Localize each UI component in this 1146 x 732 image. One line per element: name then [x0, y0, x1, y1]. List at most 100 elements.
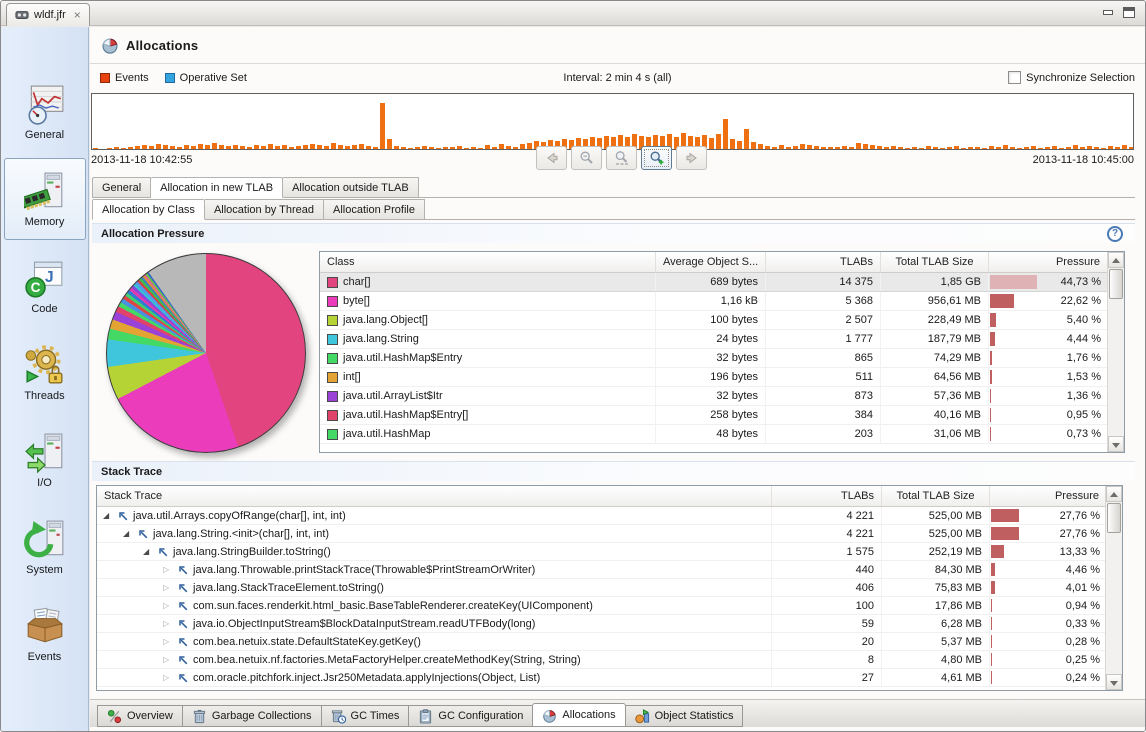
scroll-thumb[interactable]: [1109, 269, 1123, 299]
class-table-row[interactable]: java.lang.String24 bytes1 777187,79 MB4,…: [320, 330, 1107, 349]
bottom-tab-overview[interactable]: Overview: [97, 705, 182, 727]
stack-trace-row[interactable]: ▷com.bea.netuix.nf.factories.MetaFactory…: [97, 651, 1105, 669]
zoom-in-button[interactable]: [641, 146, 672, 170]
bottom-tab-object-statistics[interactable]: Object Statistics: [626, 705, 744, 727]
stack-trace-row[interactable]: ▷com.bea.netuix.state.DefaultStateKey.ge…: [97, 633, 1105, 651]
stack-trace-row[interactable]: ◢java.lang.String.<init>(char[], int, in…: [97, 525, 1105, 543]
class-table-row[interactable]: int[]196 bytes51164,56 MB1,53 %: [320, 368, 1107, 387]
help-icon[interactable]: ?: [1107, 226, 1123, 242]
tab-allocation-outside-tlab[interactable]: Allocation outside TLAB: [283, 177, 419, 198]
tlabs-cell: 873: [766, 387, 881, 405]
class-table-row[interactable]: java.lang.Object[]100 bytes2 507228,49 M…: [320, 311, 1107, 330]
bottom-tab-allocations[interactable]: Allocations: [532, 703, 625, 727]
stack-trace-row[interactable]: ▷java.io.ObjectInputStream$BlockDataInpu…: [97, 615, 1105, 633]
tab-close-icon[interactable]: ×: [74, 9, 81, 21]
sidebar-item-events[interactable]: Events: [4, 593, 86, 675]
timeline-bar: [807, 145, 812, 149]
stack-trace-row[interactable]: ▷com.oracle.pitchfork.inject.Jsr250Metad…: [97, 669, 1105, 687]
class-table-row[interactable]: byte[]1,16 kB5 368956,61 MB22,62 %: [320, 292, 1107, 311]
sidebar-item-general[interactable]: General: [4, 71, 86, 153]
stack-trace-row[interactable]: ▷com.sun.faces.renderkit.html_basic.Base…: [97, 597, 1105, 615]
timeline-bar: [233, 145, 238, 149]
sidebar: GeneralMemoryJCCodeThreadsI/OSystemEvent…: [1, 27, 89, 731]
timeline-bar: [366, 146, 371, 149]
column-header-class[interactable]: Class: [320, 252, 656, 272]
synchronize-selection-checkbox[interactable]: [1008, 71, 1021, 84]
stack-frame-cell: ▷com.bea.netuix.nf.factories.MetaFactory…: [97, 651, 772, 668]
class-table-row[interactable]: java.util.HashMap$Entry[]258 bytes38440,…: [320, 406, 1107, 425]
collapsed-twisty-icon[interactable]: ▷: [163, 656, 173, 664]
bottom-tab-garbage-collections[interactable]: Garbage Collections: [182, 705, 321, 727]
stack-trace-row[interactable]: ◢java.util.Arrays.copyOfRange(char[], in…: [97, 507, 1105, 525]
subtab-allocation-by-class[interactable]: Allocation by Class: [92, 199, 205, 220]
vertical-scrollbar[interactable]: [1107, 252, 1124, 452]
class-table-row[interactable]: char[]689 bytes14 3751,85 GB44,73 %: [320, 273, 1107, 292]
collapsed-twisty-icon[interactable]: ▷: [163, 584, 173, 592]
column-header-pressure[interactable]: Pressure: [990, 486, 1107, 506]
scroll-thumb[interactable]: [1107, 503, 1121, 533]
previous-button[interactable]: [536, 146, 567, 170]
timeline-bar: [93, 148, 98, 149]
timeline-bar: [758, 144, 763, 149]
collapsed-twisty-icon[interactable]: ▷: [163, 638, 173, 646]
expanded-twisty-icon[interactable]: ◢: [123, 530, 133, 538]
scroll-down-icon[interactable]: [1108, 436, 1124, 452]
collapsed-twisty-icon[interactable]: ▷: [163, 674, 173, 682]
timeline-bar: [828, 147, 833, 149]
class-table-row[interactable]: java.util.ArrayList$Itr32 bytes87357,36 …: [320, 387, 1107, 406]
bottom-tab-gc-times[interactable]: GC Times: [321, 705, 409, 727]
scroll-up-icon[interactable]: [1108, 252, 1124, 268]
bottom-tab-gc-configuration[interactable]: GC Configuration: [408, 705, 532, 727]
subtab-allocation-profile[interactable]: Allocation Profile: [324, 199, 425, 220]
sidebar-item-memory[interactable]: Memory: [4, 158, 86, 240]
sidebar-item-code[interactable]: JCCode: [4, 245, 86, 327]
column-header-stack-trace[interactable]: Stack Trace: [97, 486, 772, 506]
collapsed-twisty-icon[interactable]: ▷: [163, 566, 173, 574]
events-timeline-chart[interactable]: [91, 93, 1134, 150]
editor-tab-wldf-jfr[interactable]: wldf.jfr ×: [6, 3, 90, 26]
tab-allocation-in-new-tlab[interactable]: Allocation in new TLAB: [151, 177, 283, 198]
column-header-tlabs[interactable]: TLABs: [766, 252, 881, 272]
total-tlab-size-cell: 84,30 MB: [882, 561, 990, 578]
stack-trace-row[interactable]: ◢java.lang.StringBuilder.toString()1 575…: [97, 543, 1105, 561]
expanded-twisty-icon[interactable]: ◢: [143, 548, 153, 556]
class-name: java.util.HashMap$Entry[]: [343, 409, 468, 421]
timeline-bar: [450, 147, 455, 149]
sidebar-item-threads[interactable]: Threads: [4, 332, 86, 414]
maximize-view-icon[interactable]: [1123, 7, 1135, 18]
class-table-row[interactable]: java.util.HashMap$Entry32 bytes86574,29 …: [320, 349, 1107, 368]
timeline-bar: [919, 148, 924, 149]
minimize-view-icon[interactable]: [1102, 8, 1114, 18]
stack-trace-row[interactable]: ▷java.lang.Throwable.printStackTrace(Thr…: [97, 561, 1105, 579]
tab-general[interactable]: General: [92, 177, 151, 198]
expanded-twisty-icon[interactable]: ◢: [103, 512, 113, 520]
scroll-down-icon[interactable]: [1106, 674, 1122, 690]
column-header-total-tlab-size[interactable]: Total TLAB Size: [881, 252, 989, 272]
pressure-bar: [990, 427, 991, 441]
stack-trace-table: Stack TraceTLABsTotal TLAB SizePressure◢…: [96, 485, 1123, 691]
timeline-bar: [198, 144, 203, 149]
sidebar-item-i-o[interactable]: I/O: [4, 419, 86, 501]
sidebar-item-system[interactable]: System: [4, 506, 86, 588]
timeline-bar: [1101, 148, 1106, 149]
next-button[interactable]: [676, 146, 707, 170]
stack-trace-row[interactable]: ▷java.lang.StackTraceElement.toString()4…: [97, 579, 1105, 597]
zoom-out-button[interactable]: [571, 146, 602, 170]
class-cell: java.lang.String: [320, 330, 656, 348]
allocation-pie-chart[interactable]: [106, 253, 306, 453]
class-table-row[interactable]: java.util.HashMap48 bytes20331,06 MB0,73…: [320, 425, 1107, 444]
vertical-scrollbar[interactable]: [1105, 486, 1122, 690]
scroll-up-icon[interactable]: [1106, 486, 1122, 502]
column-header-pressure[interactable]: Pressure: [989, 252, 1108, 272]
column-header-average-object-s[interactable]: Average Object S...: [656, 252, 766, 272]
collapsed-twisty-icon[interactable]: ▷: [163, 602, 173, 610]
subtab-allocation-by-thread[interactable]: Allocation by Thread: [205, 199, 324, 220]
pressure-cell: 13,33 %: [990, 543, 1105, 560]
column-header-total-tlab-size[interactable]: Total TLAB Size: [882, 486, 990, 506]
stack-frame-cell: ▷com.sun.faces.renderkit.html_basic.Base…: [97, 597, 772, 614]
zoom-selection-button[interactable]: [606, 146, 637, 170]
zoom-in-icon: [649, 150, 665, 166]
column-header-tlabs[interactable]: TLABs: [772, 486, 882, 506]
collapsed-twisty-icon[interactable]: ▷: [163, 620, 173, 628]
average-object-size-cell: 24 bytes: [656, 330, 766, 348]
